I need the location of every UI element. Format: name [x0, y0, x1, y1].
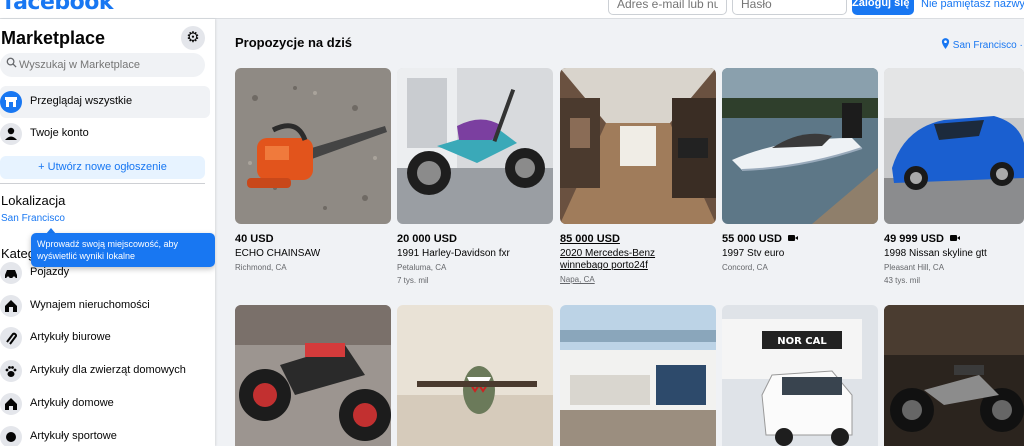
listing-photo[interactable]	[722, 68, 878, 224]
storefront-icon	[0, 91, 22, 113]
sidebar-item-label: Przeglądaj wszystkie	[30, 95, 133, 107]
sidebar-item-pet-supplies[interactable]: Artykuły dla zwierząt domowych	[0, 355, 210, 387]
listing-photo[interactable]	[884, 68, 1024, 224]
facebook-logo[interactable]: facebook	[4, 0, 114, 15]
listing-mileage: 7 tys. mil	[397, 276, 429, 285]
house-icon	[0, 295, 22, 317]
login-button[interactable]: Zaloguj się	[852, 0, 914, 15]
section-title: Propozycje na dziś	[235, 35, 353, 50]
sidebar-item-label: Artykuły domowe	[30, 397, 114, 409]
location-pin-icon	[941, 38, 950, 49]
sidebar-item-office-supplies[interactable]: Artykuły biurowe	[0, 322, 210, 354]
listing-location: Richmond, CA	[235, 263, 287, 272]
listing-photo[interactable]	[560, 68, 716, 224]
paw-icon	[0, 360, 22, 382]
create-listing-button[interactable]: + Utwórz nowe ogłoszenie	[0, 156, 205, 179]
listing-photo[interactable]	[397, 68, 553, 224]
listing-title: ECHO CHAINSAW	[235, 248, 321, 259]
top-bar: facebook Zaloguj się Nie pamiętasz nazwy…	[0, 0, 1024, 19]
user-icon	[0, 123, 22, 145]
sidebar-item-label: Artykuły biurowe	[30, 331, 111, 343]
sidebar-item-label: Wynajem nieruchomości	[30, 299, 150, 311]
paperclip-icon	[0, 327, 22, 349]
sidebar-item-label: Pojazdy	[30, 266, 70, 278]
listing-price: 40 USD	[235, 233, 274, 245]
video-icon	[787, 235, 798, 241]
listing-title[interactable]: 2020 Mercedes-Benz winnebago porto24f	[560, 248, 700, 272]
listing-title: 1991 Harley-Davidson fxr	[397, 248, 510, 259]
signage-text: NOR CAL	[777, 336, 827, 347]
listing-photo[interactable]	[560, 305, 716, 446]
sidebar-item-sporting-goods[interactable]: Artykuły sportowe	[0, 421, 210, 446]
sidebar-item-browse-all[interactable]: Przeglądaj wszystkie	[0, 86, 210, 118]
listing-location: Napa, CA	[560, 275, 595, 284]
listing-price-text: 55 000 USD	[722, 233, 782, 245]
listing-photo[interactable]	[235, 68, 391, 224]
sidebar-item-your-account[interactable]: Twoje konto	[0, 118, 210, 150]
location-filter-label: San Francisco · 65	[952, 40, 1024, 51]
sidebar-item-label: Artykuły sportowe	[30, 430, 117, 442]
search-input[interactable]	[19, 56, 199, 74]
gear-icon[interactable]: ⚙	[181, 26, 205, 50]
listing-price: 55 000 USD	[722, 233, 798, 245]
listing-photo[interactable]	[397, 305, 553, 446]
listing-photo[interactable]	[235, 305, 391, 446]
listing-location: Pleasant Hill, CA	[884, 263, 945, 272]
listing-mileage: 43 tys. mil	[884, 276, 921, 285]
sidebar-item-property-rentals[interactable]: Wynajem nieruchomości	[0, 290, 210, 322]
forgot-account-link[interactable]: Nie pamiętasz nazwy kon	[921, 0, 1024, 10]
listing-price[interactable]: 85 000 USD	[560, 233, 620, 245]
email-field[interactable]	[608, 0, 727, 15]
listing-title: 1998 Nissan skyline gtt	[884, 248, 987, 259]
search-box[interactable]	[0, 53, 205, 77]
location-heading: Lokalizacja	[1, 193, 66, 208]
listing-photo[interactable]: NOR CAL	[722, 305, 878, 446]
home-icon	[0, 393, 22, 415]
divider	[0, 183, 205, 184]
listing-price-text: 49 999 USD	[884, 233, 944, 245]
sport-icon	[0, 426, 22, 446]
location-tooltip: Wprowadź swoją miejscowość, aby wyświetl…	[31, 233, 215, 267]
sidebar-item-home-goods[interactable]: Artykuły domowe	[0, 388, 210, 420]
listing-location: Concord, CA	[722, 263, 768, 272]
location-link[interactable]: San Francisco	[1, 213, 65, 224]
sidebar: Marketplace ⚙ Przeglądaj wszystkie Twoje…	[0, 19, 215, 446]
location-filter-button[interactable]: San Francisco · 65	[941, 38, 1024, 51]
listing-title: 1997 Stv euro	[722, 248, 785, 259]
listing-location: Petaluma, CA	[397, 263, 447, 272]
password-field[interactable]	[732, 0, 847, 15]
listing-price: 49 999 USD	[884, 233, 960, 245]
sidebar-item-label: Twoje konto	[30, 127, 89, 139]
search-icon	[6, 57, 17, 68]
listing-photo[interactable]	[884, 305, 1024, 446]
listing-price: 20 000 USD	[397, 233, 457, 245]
car-icon	[0, 262, 22, 284]
page-title: Marketplace	[1, 28, 106, 48]
video-icon	[949, 235, 960, 241]
sidebar-item-label: Artykuły dla zwierząt domowych	[30, 364, 186, 376]
